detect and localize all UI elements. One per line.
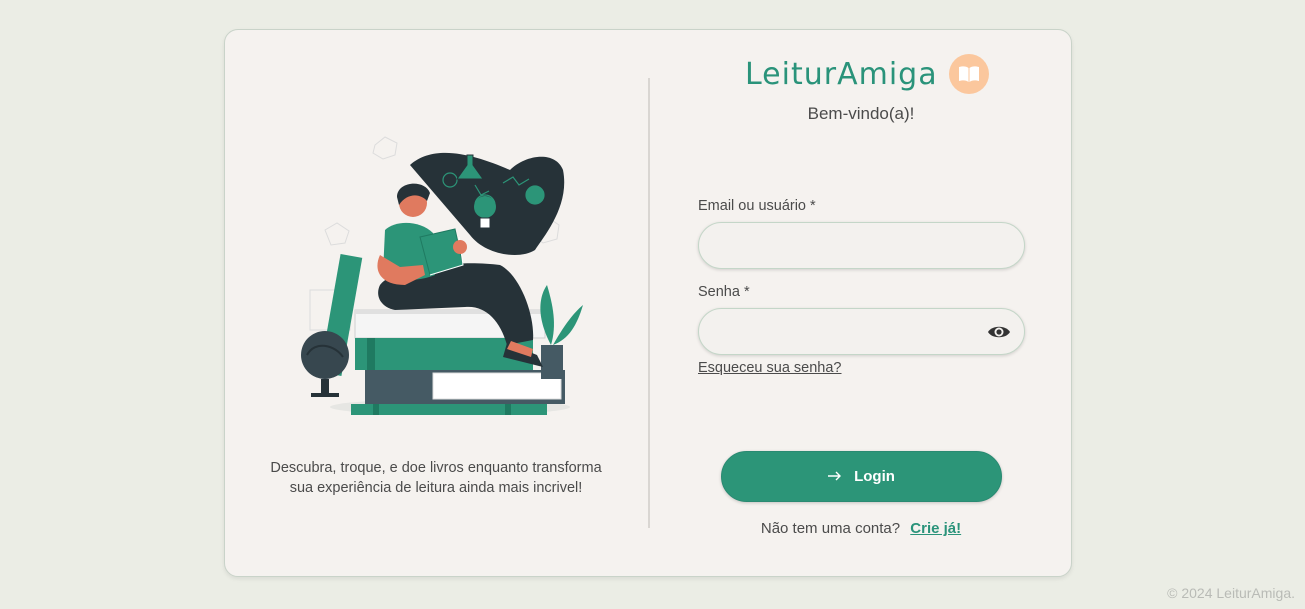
eye-icon[interactable] — [987, 320, 1011, 344]
login-button-label: Login — [854, 468, 895, 485]
reading-girl-illustration — [301, 136, 583, 415]
welcome-heading: Bem-vindo(a)! — [807, 104, 915, 123]
email-label: Email ou usuário * — [698, 198, 816, 214]
password-field[interactable] — [698, 308, 1025, 355]
signup-row: Não tem uma conta? Crie já! — [655, 520, 1067, 537]
signup-link[interactable]: Crie já! — [910, 520, 961, 537]
arrow-right-icon — [828, 468, 842, 485]
brand-header: LeiturAmiga — [745, 54, 989, 94]
login-card: Descubra, troque, e doe livros enquanto … — [224, 29, 1072, 577]
email-field[interactable] — [698, 222, 1025, 269]
tagline-text: Descubra, troque, e doe livros enquanto … — [270, 460, 602, 496]
brand-name: LeiturAmiga — [745, 56, 938, 92]
copyright-footer: © 2024 LeiturAmiga. — [1167, 585, 1295, 601]
login-button[interactable]: Login — [721, 451, 1002, 502]
signup-prompt: Não tem uma conta? — [760, 520, 901, 537]
vertical-divider — [648, 78, 650, 528]
forgot-password-link[interactable]: Esqueceu sua senha? — [698, 360, 842, 376]
book-open-icon — [948, 54, 989, 94]
password-label: Senha * — [698, 284, 750, 300]
